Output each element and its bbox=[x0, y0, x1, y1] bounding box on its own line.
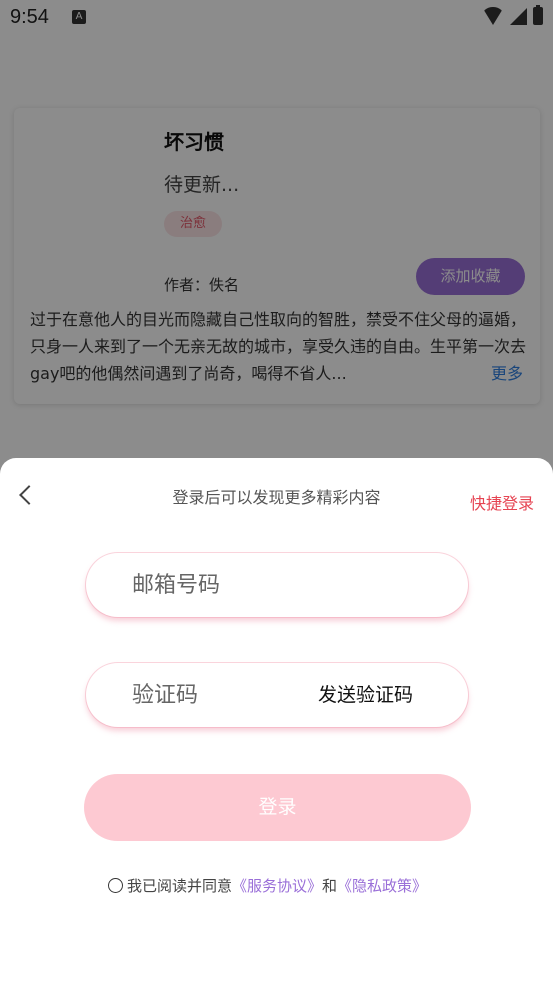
agree-and: 和 bbox=[322, 876, 338, 895]
send-code-button[interactable]: 发送验证码 bbox=[318, 663, 413, 727]
privacy-policy-link[interactable]: 《隐私政策》 bbox=[337, 875, 427, 896]
agree-radio[interactable] bbox=[108, 877, 123, 893]
agree-prefix: 我已阅读并同意 bbox=[127, 876, 233, 895]
login-sheet: 登录后可以发现更多精彩内容 快捷登录 发送验证码 登录 我已阅读并同意 《服务协… bbox=[0, 458, 553, 984]
email-field-wrapper bbox=[86, 553, 468, 617]
code-field-wrapper: 发送验证码 bbox=[86, 663, 468, 727]
email-input[interactable] bbox=[132, 553, 332, 617]
verification-code-input[interactable] bbox=[132, 663, 332, 727]
quick-login-link[interactable]: 快捷登录 bbox=[470, 490, 534, 514]
agreement-row: 我已阅读并同意 《服务协议》 和 《隐私政策》 bbox=[108, 874, 427, 896]
service-agreement-link[interactable]: 《服务协议》 bbox=[232, 875, 322, 896]
login-button[interactable]: 登录 bbox=[84, 774, 471, 841]
